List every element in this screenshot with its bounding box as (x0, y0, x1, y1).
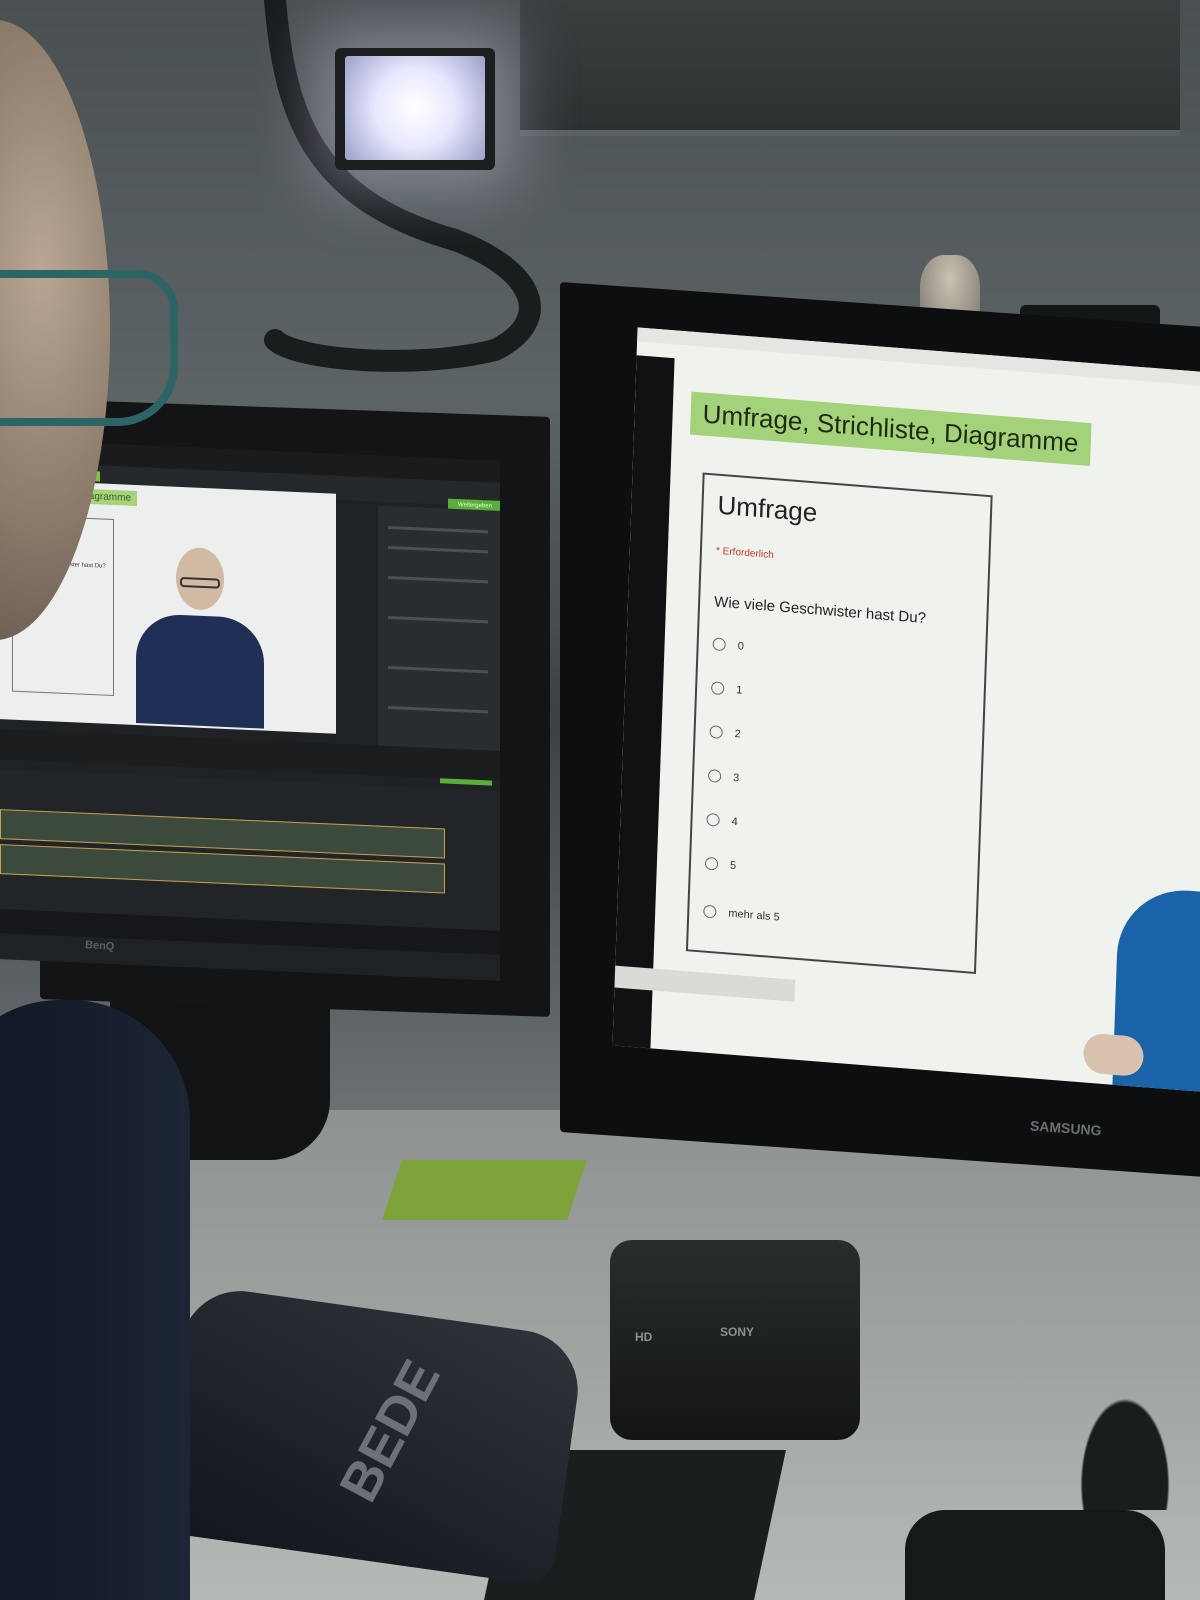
option-label: 4 (731, 815, 738, 828)
left-monitor-brand: BenQ (84, 938, 115, 954)
radio-button-icon[interactable] (706, 812, 720, 827)
properties-panel[interactable] (378, 505, 500, 751)
option-label: mehr als 5 (728, 907, 780, 924)
radio-button-icon[interactable] (703, 904, 717, 919)
panel-slider[interactable] (388, 666, 488, 674)
person-glasses (0, 270, 178, 426)
option-label: 0 (737, 639, 745, 653)
radio-option[interactable]: mehr als 5 (703, 904, 780, 924)
timeline[interactable] (0, 769, 500, 931)
lamp-light (345, 56, 485, 160)
sticky-note (382, 1160, 587, 1220)
camcorder-brand: SONY (720, 1325, 755, 1339)
option-label: 2 (734, 727, 741, 740)
option-label: 1 (735, 683, 743, 697)
panel-slider[interactable] (388, 526, 488, 534)
camcorder-model: HD (635, 1330, 653, 1344)
form-question: Wie viele Geschwister hast Du? (713, 593, 927, 628)
radio-button-icon[interactable] (709, 725, 723, 740)
form-title: Umfrage (717, 489, 818, 528)
panel-slider[interactable] (388, 706, 488, 714)
radio-option[interactable]: 3 (707, 768, 740, 784)
panel-slider[interactable] (388, 576, 488, 584)
radio-option[interactable]: 2 (709, 725, 741, 740)
required-note: * Erforderlich (715, 545, 774, 562)
panel-slider[interactable] (388, 546, 488, 554)
radio-button-icon[interactable] (707, 768, 722, 783)
radio-option[interactable]: 5 (704, 856, 737, 872)
right-monitor-stand (1050, 1340, 1200, 1510)
slide-heading: Umfrage, Strichliste, Diagramme (689, 391, 1092, 466)
survey-form: Umfrage * Erforderlich Wie viele Geschwi… (685, 472, 993, 975)
desk-device (905, 1510, 1165, 1600)
option-label: 5 (729, 859, 737, 872)
presenter-shirt (136, 613, 264, 729)
radio-option[interactable]: 4 (706, 812, 738, 828)
radio-button-icon[interactable] (704, 856, 719, 871)
panel-slider[interactable] (388, 616, 488, 624)
wall-window (520, 0, 1180, 136)
studio-lamp (335, 48, 495, 170)
photo-scene: Weitergeben le, Diagramme e Geschwister … (0, 0, 1200, 1600)
radio-option[interactable]: 0 (712, 637, 745, 653)
radio-option[interactable]: 1 (710, 681, 743, 697)
option-label: 3 (732, 771, 740, 784)
radio-button-icon[interactable] (712, 637, 726, 652)
person-shoulder (0, 1000, 190, 1600)
presenter-overlay (1082, 883, 1200, 1093)
presenter-arm (1082, 1032, 1145, 1078)
presenter-glasses (180, 576, 220, 589)
radio-button-icon[interactable] (710, 681, 725, 696)
right-screen-presentation: Umfrage, Strichliste, Diagramme Umfrage … (612, 327, 1200, 1093)
preview-presenter (128, 545, 264, 731)
